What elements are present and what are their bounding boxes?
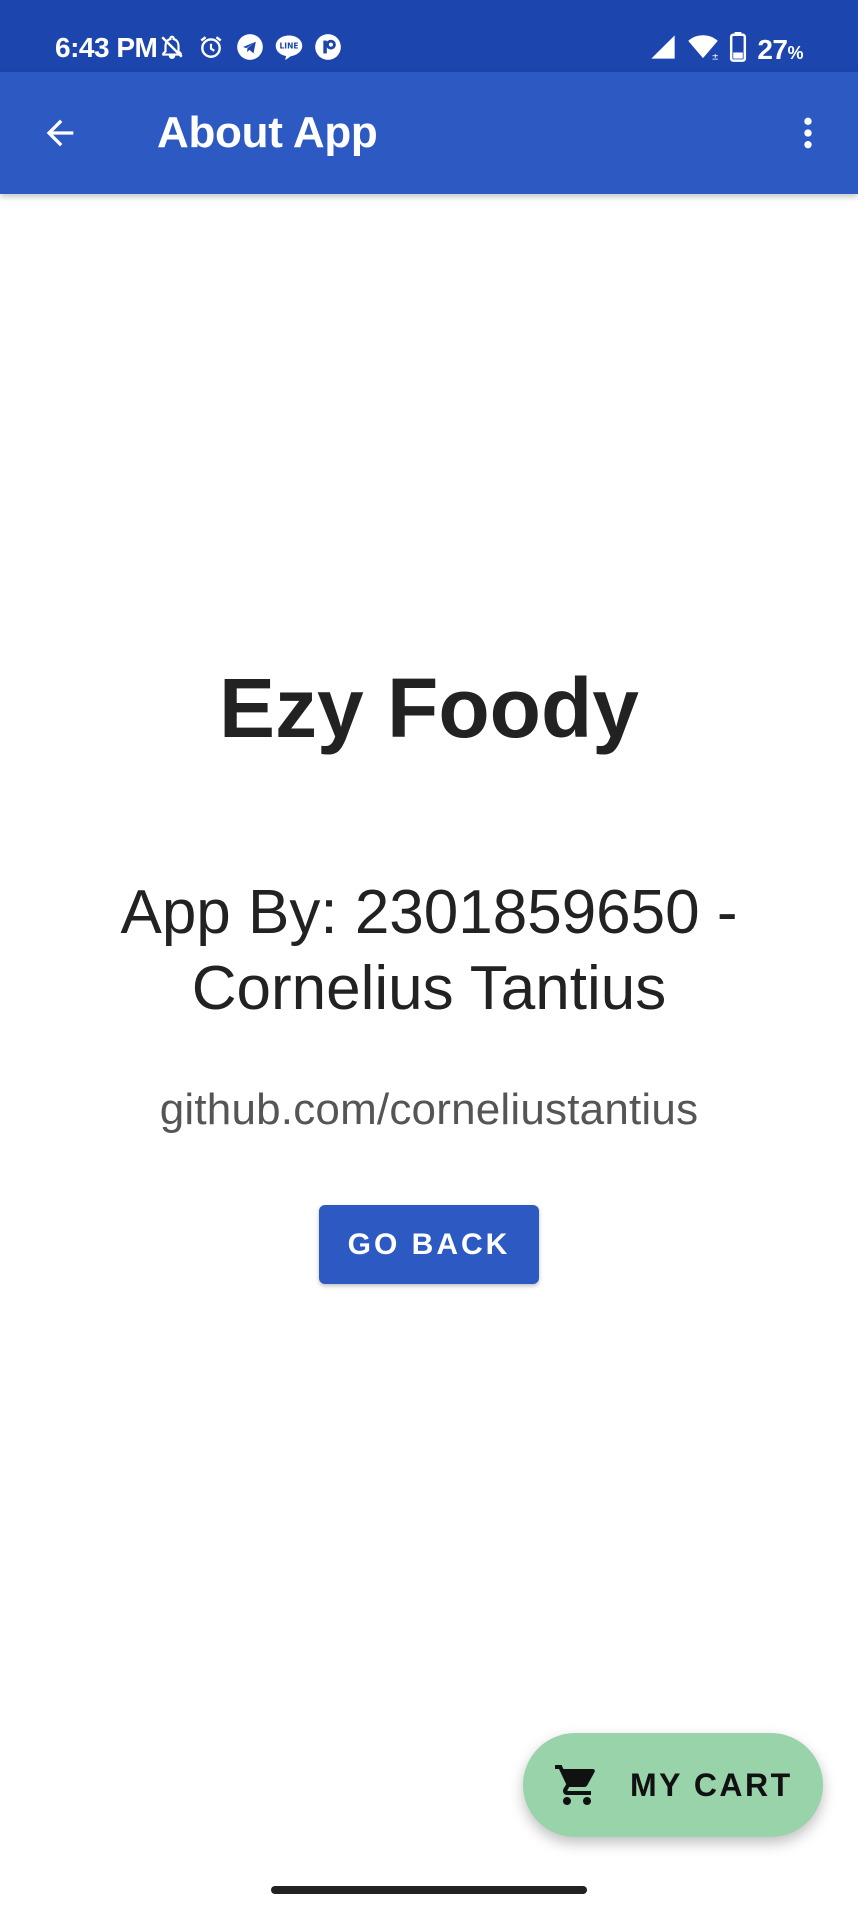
author-line-1: App By: 2301859650 - [120, 878, 738, 947]
app-bar: About App [0, 72, 858, 194]
wifi-icon: ± [687, 33, 719, 66]
author-line-2: Cornelius Tantius [191, 954, 667, 1023]
app-notification-icon [313, 32, 343, 62]
cell-signal-icon [649, 33, 677, 66]
bell-off-icon [157, 32, 187, 62]
app-name-heading: Ezy Foody [218, 661, 640, 755]
back-button[interactable] [30, 103, 90, 163]
telegram-icon [235, 32, 265, 62]
status-bar: 6:43 PM LINE ± 27% [0, 0, 858, 72]
arrow-back-icon [46, 119, 74, 147]
overflow-menu-button[interactable] [778, 103, 838, 163]
my-cart-fab[interactable]: MY CART [523, 1733, 823, 1837]
page-title: About App [157, 108, 378, 157]
battery-percentage: 27% [757, 34, 803, 66]
github-link[interactable]: github.com/corneliustantius [0, 1085, 858, 1135]
fab-label: MY CART [630, 1767, 793, 1803]
battery-value: 27 [757, 33, 788, 65]
svg-text:LINE: LINE [280, 42, 299, 51]
battery-suffix: % [787, 42, 803, 63]
battery-icon [729, 32, 747, 67]
notification-icons: LINE [157, 32, 343, 62]
author-info: App By: 2301859650 - Cornelius Tantius [80, 875, 778, 1027]
system-icons: ± 27% [649, 32, 803, 67]
about-app-screen: 6:43 PM LINE ± 27% About App Ezy Foody A… [0, 0, 858, 1907]
shopping-cart-icon [551, 1759, 603, 1811]
more-vert-icon [804, 117, 812, 149]
home-indicator[interactable] [271, 1886, 587, 1894]
line-icon: LINE [274, 32, 304, 62]
svg-text:±: ± [712, 52, 719, 61]
status-time: 6:43 PM [55, 32, 158, 63]
go-back-button[interactable]: GO BACK [319, 1205, 539, 1284]
alarm-icon [196, 32, 226, 62]
